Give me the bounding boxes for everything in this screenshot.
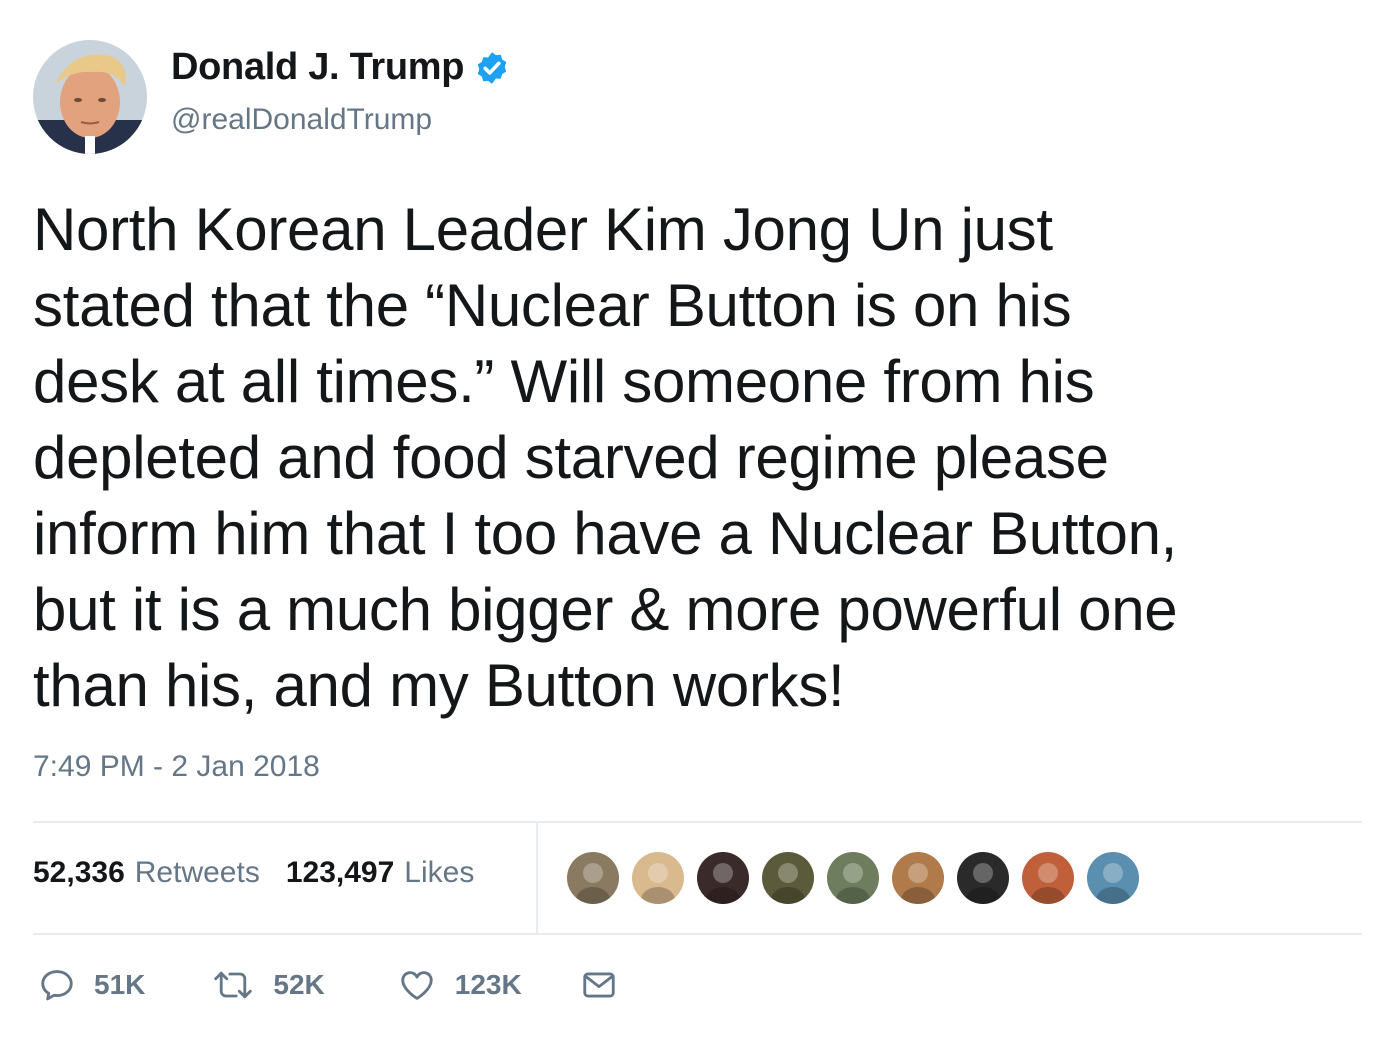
reply-button[interactable]: 51K bbox=[38, 966, 145, 1004]
liker-avatar-image bbox=[632, 852, 684, 904]
retweets-count: 52,336 bbox=[33, 856, 125, 889]
author-display-name[interactable]: Donald J. Trump bbox=[171, 46, 465, 89]
tweet-text: North Korean Leader Kim Jong Un just sta… bbox=[33, 196, 1178, 719]
liker-avatars bbox=[565, 850, 1150, 906]
liker-avatar-image bbox=[892, 852, 944, 904]
stats-divider bbox=[536, 823, 538, 933]
like-count: 123K bbox=[454, 969, 522, 1000]
liker-avatar[interactable] bbox=[825, 850, 881, 906]
liker-avatar[interactable] bbox=[565, 850, 621, 906]
author-avatar[interactable] bbox=[33, 40, 147, 154]
liker-avatar[interactable] bbox=[760, 850, 816, 906]
retweets-stat[interactable]: 52,336 Retweets bbox=[33, 856, 260, 890]
liker-avatar[interactable] bbox=[630, 850, 686, 906]
likes-label: Likes bbox=[404, 856, 475, 889]
liker-avatar-image bbox=[1022, 852, 1074, 904]
retweet-count: 52K bbox=[273, 969, 325, 1000]
likes-stat[interactable]: 123,497 Likes bbox=[286, 856, 475, 890]
like-button[interactable]: 123K bbox=[397, 966, 522, 1004]
likes-count: 123,497 bbox=[285, 856, 395, 889]
liker-avatar-image bbox=[762, 852, 814, 904]
liker-avatar-image bbox=[1087, 852, 1139, 904]
liker-avatar-image bbox=[957, 852, 1009, 904]
liker-avatar-image bbox=[567, 852, 619, 904]
retweet-icon bbox=[214, 971, 253, 999]
liker-avatar[interactable] bbox=[695, 850, 751, 906]
tweet-actions: 51K 52K 123K bbox=[38, 966, 618, 1004]
liker-avatar-image bbox=[697, 852, 749, 904]
direct-message-icon bbox=[583, 972, 615, 998]
like-icon bbox=[401, 971, 433, 1000]
retweet-button[interactable]: 52K bbox=[211, 966, 325, 1004]
liker-avatar[interactable] bbox=[955, 850, 1011, 906]
tweet-timestamp[interactable]: 7:49 PM - 2 Jan 2018 bbox=[33, 750, 320, 784]
direct-message-button[interactable] bbox=[580, 966, 618, 1004]
avatar-image bbox=[33, 40, 147, 154]
engagement-stats: 52,336 Retweets 123,497 Likes bbox=[33, 856, 500, 890]
reply-count: 51K bbox=[94, 969, 146, 1000]
author-name-row: Donald J. Trump bbox=[171, 46, 510, 89]
reply-icon bbox=[41, 970, 73, 1001]
liker-avatar-image bbox=[827, 852, 879, 904]
retweets-label: Retweets bbox=[134, 856, 260, 889]
author-handle[interactable]: @realDonaldTrump bbox=[171, 103, 432, 137]
liker-avatar[interactable] bbox=[1085, 850, 1141, 906]
divider-top bbox=[33, 821, 1362, 823]
liker-avatar[interactable] bbox=[1020, 850, 1076, 906]
liker-avatar[interactable] bbox=[890, 850, 946, 906]
verified-badge-icon bbox=[477, 51, 507, 84]
divider-bottom bbox=[33, 933, 1362, 935]
